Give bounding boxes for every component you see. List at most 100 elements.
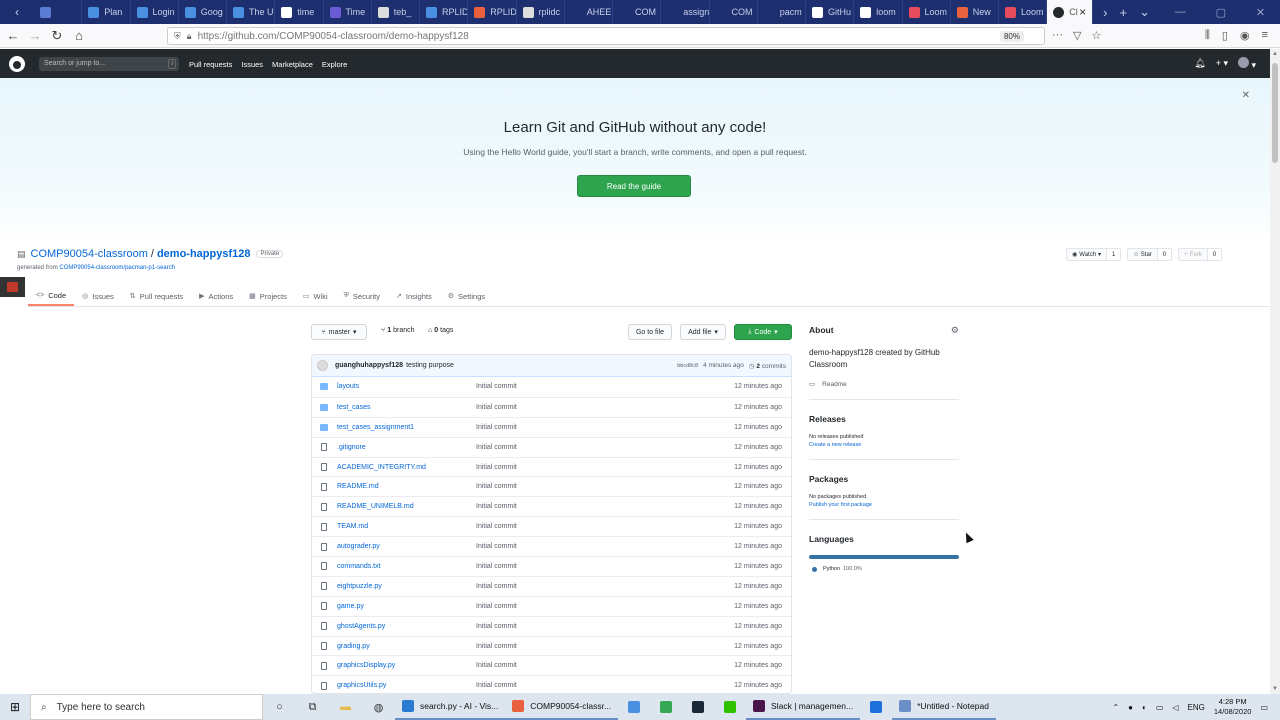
file-commit-message[interactable]: Initial commit (476, 583, 517, 590)
bookmark-star-icon[interactable]: ☆ (1091, 29, 1101, 42)
tab-list-button[interactable]: ⌄ (1139, 4, 1150, 20)
file-commit-message[interactable]: Initial commit (476, 643, 517, 650)
page-scrollbar[interactable]: ▲ ▼ (1270, 49, 1280, 694)
browser-tab[interactable]: time (275, 0, 324, 24)
create-new-icon[interactable]: + ▾ (1216, 58, 1228, 69)
file-commit-message[interactable]: Initial commit (476, 543, 517, 550)
browser-tab[interactable]: Loom (999, 0, 1048, 24)
star-button[interactable]: ☆ Star 0 (1127, 248, 1173, 261)
taskbar-app[interactable]: COMP90054-classr... (505, 694, 619, 720)
taskbar-app[interactable]: *Untitled - Notepad (892, 694, 996, 720)
branch-select-button[interactable]: ⑂ master ▾ (311, 324, 367, 340)
repo-name-link[interactable]: demo-happysf128 (157, 248, 251, 260)
browser-tab[interactable]: rplidc (517, 0, 565, 24)
file-name-link[interactable]: ACADEMIC_INTEGRITY.md (337, 464, 426, 471)
file-commit-message[interactable]: Initial commit (476, 662, 517, 669)
commit-author[interactable]: guanghuhappysf128 (335, 362, 403, 369)
browser-tab[interactable]: loom (854, 0, 903, 24)
network-icon[interactable]: ▭ (1156, 703, 1164, 712)
forward-button[interactable]: → (24, 28, 46, 43)
browser-tab[interactable]: Time (324, 0, 372, 24)
file-commit-message[interactable]: Initial commit (476, 503, 517, 510)
account-icon[interactable]: ◉ (1240, 29, 1250, 42)
file-name-link[interactable]: graphicsDisplay.py (337, 662, 395, 669)
zoom-level[interactable]: 80% (999, 30, 1024, 42)
taskbar-search[interactable]: ⌕ Type here to search (30, 694, 263, 720)
branches-link[interactable]: ⑂ 1 branch (381, 327, 415, 334)
tab-scroll-left-icon[interactable]: ‹ (0, 0, 34, 24)
gear-icon[interactable]: ⚙ (951, 325, 959, 336)
browser-tab[interactable]: AHEE (565, 0, 613, 24)
github-nav-issues[interactable]: Issues (241, 60, 263, 69)
file-name-link[interactable]: autograder.py (337, 543, 380, 550)
user-menu[interactable]: ▾ (1237, 56, 1256, 71)
taskbar-app[interactable] (650, 694, 682, 720)
file-commit-message[interactable]: Initial commit (476, 424, 517, 431)
add-file-button[interactable]: Add file ▾ (680, 324, 726, 340)
close-window-button[interactable]: ✕ (1256, 6, 1265, 19)
go-to-file-button[interactable]: Go to file (628, 324, 672, 340)
github-desktop-icon[interactable]: ◍ (362, 694, 395, 720)
language-indicator[interactable]: ENG (1188, 703, 1205, 712)
taskbar-app[interactable] (618, 694, 650, 720)
page-actions-icon[interactable]: ··· (1052, 29, 1063, 42)
shield-icon[interactable]: ⛨ (174, 31, 181, 42)
file-commit-message[interactable]: Initial commit (476, 682, 517, 689)
file-name-link[interactable]: ghostAgents.py (337, 623, 385, 630)
file-name-link[interactable]: test_cases_assignment1 (337, 424, 414, 431)
address-bar[interactable]: ⛨ 🔒︎ https://github.com/COMP90054-classr… (167, 27, 1045, 45)
repo-owner-link[interactable]: COMP90054-classroom (31, 248, 148, 260)
readme-link[interactable]: ▭ Readme (809, 380, 959, 389)
taskbar-app[interactable] (714, 694, 746, 720)
tab-security[interactable]: ⛨ Security (336, 286, 388, 306)
tags-link[interactable]: ⌂ 0 tags (428, 327, 453, 334)
packages-heading[interactable]: Packages (809, 474, 959, 484)
notification-center-icon[interactable]: ▭ (1260, 703, 1268, 712)
tab-scroll-right-icon[interactable]: › (1103, 5, 1107, 20)
browser-tab[interactable]: COM (613, 0, 662, 24)
browser-tab[interactable]: RPLID (420, 0, 469, 24)
back-button[interactable]: ← (2, 28, 24, 43)
browser-tab[interactable]: New (951, 0, 999, 24)
tab-insights[interactable]: ↗ Insights (388, 286, 440, 306)
browser-tab[interactable]: teb_ (372, 0, 420, 24)
browser-tab[interactable]: Loom (903, 0, 951, 24)
watch-count[interactable]: 1 (1106, 249, 1121, 260)
minimize-button[interactable]: — (1175, 6, 1186, 19)
file-name-link[interactable]: layouts (337, 383, 359, 390)
wechat-tray-icon[interactable]: ◐ (1142, 703, 1147, 712)
publish-package-link[interactable]: Publish your first package (809, 502, 959, 508)
browser-tab[interactable]: GitHu (806, 0, 855, 24)
scroll-down-icon[interactable]: ▼ (1270, 686, 1280, 692)
file-name-link[interactable]: eightpuzzle.py (337, 583, 382, 590)
github-nav-marketplace[interactable]: Marketplace (272, 60, 313, 69)
file-commit-message[interactable]: Initial commit (476, 603, 517, 610)
file-commit-message[interactable]: Initial commit (476, 404, 517, 411)
file-name-link[interactable]: README_UNIMELB.md (337, 503, 414, 510)
tab-wiki[interactable]: ▭ Wiki (295, 286, 336, 306)
commit-author-avatar[interactable] (317, 360, 328, 371)
tab-settings[interactable]: ⚙ Settings (440, 286, 493, 306)
file-name-link[interactable]: grading.py (337, 643, 370, 650)
file-commit-message[interactable]: Initial commit (476, 464, 517, 471)
tab-close-icon[interactable]: × (1079, 5, 1086, 19)
taskbar-app[interactable]: Slack | managemen... (746, 694, 861, 720)
github-logo-icon[interactable] (9, 55, 25, 72)
volume-icon[interactable]: ◁ (1172, 703, 1178, 712)
browser-tab[interactable]: Goog (179, 0, 227, 24)
browser-tab[interactable]: Login (131, 0, 179, 24)
file-name-link[interactable]: test_cases (337, 404, 370, 411)
commit-hash[interactable]: bbcd8c8 (677, 363, 698, 369)
new-tab-button[interactable]: + (1120, 5, 1128, 20)
lock-icon[interactable]: 🔒︎ (187, 31, 192, 42)
browser-tab[interactable]: RPLID (468, 0, 517, 24)
template-repo-link[interactable]: COMP90054-classroom/pacman-p1-search (59, 265, 175, 271)
taskbar-app[interactable] (682, 694, 714, 720)
notifications-bell-icon[interactable]: 🔔︎ (1194, 58, 1205, 69)
tab-actions[interactable]: ▶ Actions (191, 286, 241, 306)
taskbar-app[interactable] (860, 694, 892, 720)
start-button[interactable]: ⊞ (0, 694, 30, 720)
browser-tab[interactable]: assign (661, 0, 710, 24)
file-commit-message[interactable]: Initial commit (476, 383, 517, 390)
github-search-input[interactable]: Search or jump to... / (39, 56, 179, 71)
